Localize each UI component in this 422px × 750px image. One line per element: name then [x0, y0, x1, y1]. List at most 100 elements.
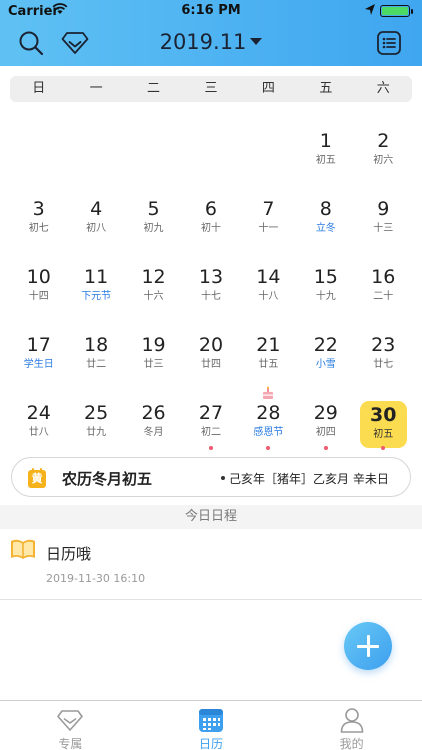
lunar-date-label: 初六	[373, 155, 394, 166]
day-cell[interactable]: 2 初六	[355, 120, 412, 188]
day-number: 17	[26, 334, 51, 356]
day-cell[interactable]: 26 冬月	[125, 392, 182, 460]
month-picker[interactable]: 2019.11	[0, 30, 422, 54]
day-cell[interactable]: 25 廿九	[67, 392, 124, 460]
day-number: 25	[84, 402, 109, 424]
bullet-dot	[221, 476, 225, 480]
tab-calendar[interactable]: 日历	[141, 701, 282, 750]
birthday-cake-icon	[263, 386, 274, 399]
lunar-date-label: 廿七	[373, 359, 394, 370]
lunar-date-label: 廿四	[200, 359, 221, 370]
day-cell[interactable]: 23 廿七	[355, 324, 412, 392]
empty-day-cell	[125, 120, 182, 188]
lunar-date-label: 十一	[258, 223, 279, 234]
clock: 6:16 PM	[181, 3, 241, 18]
tab-exclusive[interactable]: 专属	[0, 701, 141, 750]
day-cell[interactable]: 30 初五	[355, 392, 412, 460]
tab-me[interactable]: 我的	[281, 701, 422, 750]
day-cell[interactable]: 21 廿五	[240, 324, 297, 392]
lunar-date-label: 十六	[143, 291, 164, 302]
lunar-date-label: 廿三	[143, 359, 164, 370]
day-cell[interactable]: 19 廿三	[125, 324, 182, 392]
day-cell[interactable]: 10 十四	[10, 256, 67, 324]
day-cell[interactable]: 5 初九	[125, 188, 182, 256]
weekday-label: 二	[147, 81, 161, 96]
lunar-date-label: 十三	[373, 223, 394, 234]
day-cell[interactable]: 15 十九	[297, 256, 354, 324]
day-cell[interactable]: 4 初八	[67, 188, 124, 256]
day-number: 20	[198, 334, 224, 356]
day-number: 4	[90, 198, 103, 220]
day-cell[interactable]: 6 初十	[182, 188, 239, 256]
tab-label: 日历	[199, 737, 224, 750]
caret-down-icon	[250, 38, 263, 45]
day-number: 8	[319, 198, 332, 220]
day-cell[interactable]: 27 初二	[182, 392, 239, 460]
day-number: 22	[313, 334, 338, 356]
calendar-week-row: 3 初七 4 初八 5 初九 6 初十 7 十一 8 立冬 9 十三	[10, 188, 412, 256]
lunar-date-label: 十八	[258, 291, 279, 302]
day-number: 26	[141, 402, 166, 424]
lunar-date-label: 初五	[373, 429, 394, 440]
lunar-date-label: 二十	[373, 291, 394, 302]
schedule-time: 2019-11-30 16:10	[46, 572, 146, 585]
list-icon	[377, 31, 401, 55]
day-cell[interactable]: 11 下元节	[67, 256, 124, 324]
lunar-date-label: 冬月	[143, 427, 164, 438]
lunar-date-label: 初八	[86, 223, 107, 234]
day-cell[interactable]: 9 十三	[355, 188, 412, 256]
lunar-date-label: 廿五	[258, 359, 279, 370]
day-number: 30	[370, 404, 397, 426]
day-cell[interactable]: 18 廿二	[67, 324, 124, 392]
day-cell[interactable]: 20 廿四	[182, 324, 239, 392]
day-cell[interactable]: 12 十六	[125, 256, 182, 324]
lunar-date-label: 初二	[200, 427, 221, 438]
calendar-grid: 1 初五 2 初六 3 初七 4 初八 5 初九 6 初十 7 十一 8 立冬 9 十三 10 十四 11 下元节 12 十六…	[10, 120, 412, 460]
lunar-date-title: 农历冬月初五	[62, 470, 153, 488]
lunar-info-card[interactable]: 黄 农历冬月初五 己亥年［猪年］乙亥月 辛未日	[11, 457, 411, 497]
weekday-label: 一	[89, 81, 103, 96]
day-number: 5	[147, 198, 160, 220]
schedule-title: 日历哦	[46, 545, 92, 563]
header: Carrier 6:16 PM 2019.11	[0, 0, 422, 66]
calendar-icon	[199, 709, 223, 732]
schedule-list-button[interactable]	[372, 26, 406, 60]
day-number: 2	[377, 130, 390, 152]
day-cell[interactable]: 28 感恩节	[240, 386, 297, 460]
day-number: 24	[26, 402, 51, 424]
empty-day-cell	[10, 120, 67, 188]
day-cell[interactable]: 8 立冬	[297, 188, 354, 256]
festival-label: 立冬	[315, 223, 336, 234]
day-number: 27	[198, 402, 224, 424]
day-cell[interactable]: 7 十一	[240, 188, 297, 256]
calendar-week-row: 10 十四 11 下元节 12 十六 13 十七 14 十八 15 十九 16 二十	[10, 256, 412, 324]
day-cell[interactable]: 22 小雪	[297, 324, 354, 392]
day-cell[interactable]: 13 十七	[182, 256, 239, 324]
lunar-date-label: 十七	[200, 291, 221, 302]
battery-tip	[411, 9, 413, 14]
tab-label: 专属	[58, 737, 83, 750]
day-cell[interactable]: 16 二十	[355, 256, 412, 324]
day-number: 21	[256, 334, 281, 356]
day-cell[interactable]: 29 初四	[297, 392, 354, 460]
add-schedule-button[interactable]	[344, 622, 392, 670]
weekday-label: 日	[32, 81, 46, 96]
schedule-item[interactable]: 日历哦 2019-11-30 16:10	[0, 530, 422, 600]
festival-label: 学生日	[23, 359, 54, 370]
day-cell[interactable]: 3 初七	[10, 188, 67, 256]
day-number: 12	[141, 266, 166, 288]
weekday-label: 四	[261, 81, 275, 96]
festival-label: 下元节	[81, 291, 112, 302]
lunar-date-label: 初十	[200, 223, 221, 234]
event-indicator-dot	[381, 446, 386, 450]
day-cell[interactable]: 24 廿八	[10, 392, 67, 460]
day-cell[interactable]: 17 学生日	[10, 324, 67, 392]
day-cell[interactable]: 14 十八	[240, 256, 297, 324]
event-indicator-dot	[266, 446, 271, 450]
day-cell[interactable]: 1 初五	[297, 120, 354, 188]
day-number: 19	[141, 334, 166, 356]
ganzhi-text: 己亥年［猪年］乙亥月 辛未日	[229, 472, 389, 486]
festival-label: 小雪	[315, 359, 336, 370]
lunar-date-label: 初七	[28, 223, 49, 234]
calendar-week-row: 1 初五 2 初六	[10, 120, 412, 188]
